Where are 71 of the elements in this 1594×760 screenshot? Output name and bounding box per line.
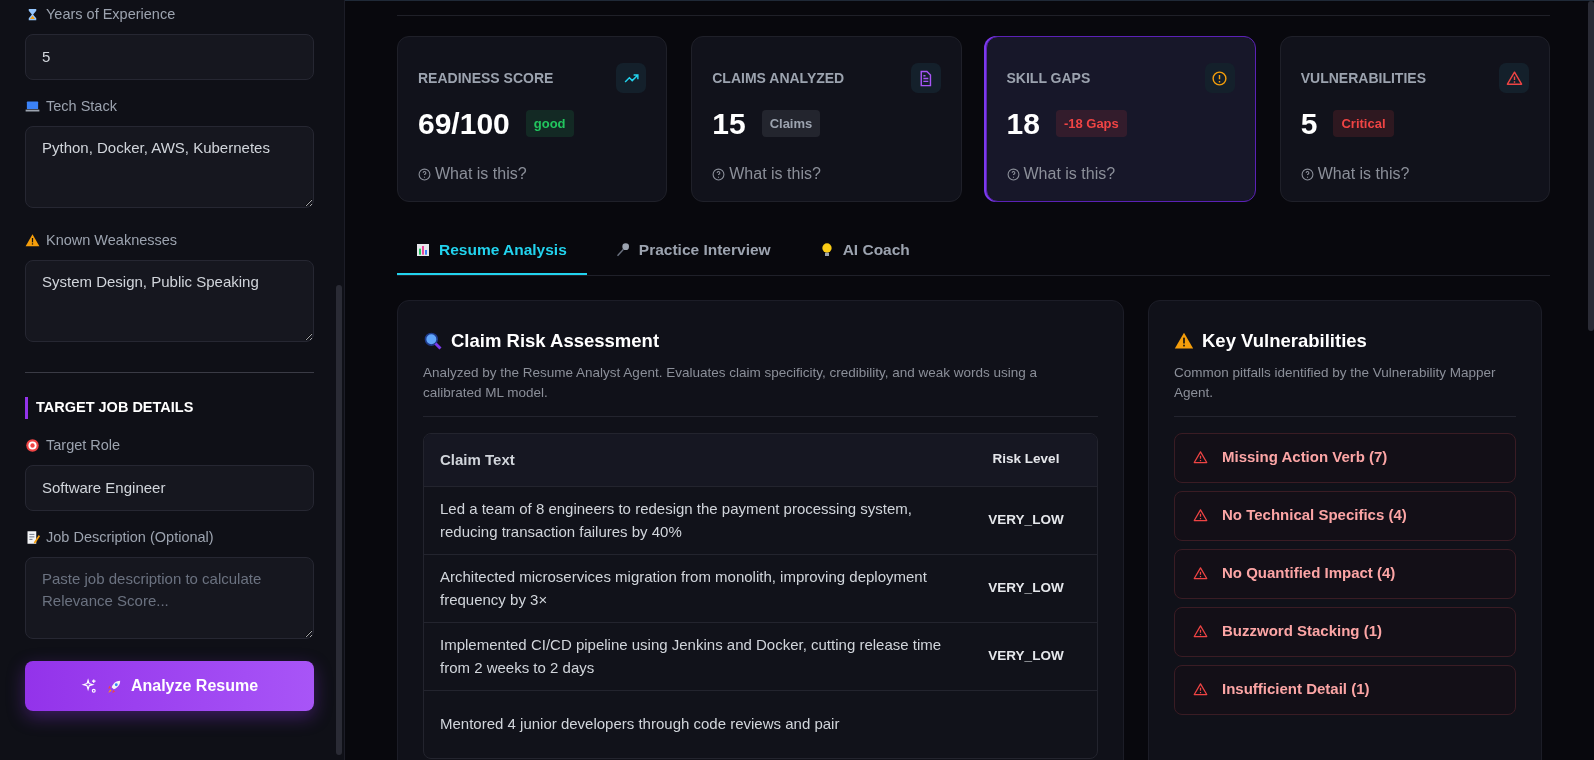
help-icon: [1300, 167, 1314, 181]
warning-icon: [1193, 508, 1208, 523]
panel-description: Analyzed by the Resume Analyst Agent. Evaluates claim specificity, credibility, and weak words using a calibrated ML model.: [423, 363, 1098, 417]
help-icon: [418, 167, 431, 181]
table-cell-text: Led a team of 8 engineers to redesign the payment processing system, reducing transaction failures by 40%: [440, 498, 913, 542]
warning-icon: [1193, 624, 1208, 639]
warning-icon: [1193, 566, 1208, 581]
status-badge: Claims: [761, 109, 821, 138]
stat-title: SKILL GAPS: [1006, 68, 1091, 88]
warning-icon: [1174, 331, 1194, 352]
panel-description: Common pitfalls identified by the Vulnerability Mapper Agent.: [1174, 363, 1516, 417]
target-icon: [25, 438, 40, 454]
warning-icon: [1193, 682, 1208, 697]
analyze-button[interactable]: Analyze Resume: [25, 661, 314, 711]
alert-circle-icon: [1211, 69, 1229, 87]
status-badge: -18 Gaps: [1055, 109, 1127, 138]
table-cell-text: Implemented CI/CD pipeline using Jenkins and Docker, cutting release time from 2 weeks to 2 days: [440, 634, 943, 678]
stat-title: VULNERABILITIES: [1300, 68, 1426, 88]
field-label: Target Role: [46, 436, 121, 455]
memo-icon: [25, 530, 40, 546]
table-cell-text: VERY_LOW: [987, 510, 1065, 529]
field-label: Tech Stack: [46, 96, 117, 116]
warning-icon: [1505, 69, 1523, 87]
status-badge: good: [525, 109, 574, 138]
stat-title: CLAIMS ANALYZED: [712, 68, 845, 88]
table-cell-text: Architected microservices migration from monolith, improving deployment frequency by 3×: [440, 566, 928, 610]
stat-value: 5: [1300, 106, 1318, 142]
table-cell-text: VERY_LOW: [987, 646, 1065, 665]
vulnerability-item: Buzzword Stacking (1): [1174, 606, 1516, 657]
help-link[interactable]: What is this?: [1317, 162, 1410, 186]
laptop-icon: [25, 99, 40, 115]
section-title: TARGET JOB DETAILS: [25, 397, 314, 419]
scrollbar-thumb[interactable]: [336, 285, 342, 755]
field-label: Known Weaknesses: [46, 231, 178, 250]
sparkles-icon: [80, 677, 98, 695]
panel-title: Claim Risk Assessment: [451, 329, 660, 354]
input-field[interactable]: 5: [25, 33, 314, 80]
microphone-icon: [614, 241, 631, 258]
help-link[interactable]: What is this?: [435, 162, 527, 186]
status-badge: Critical: [1333, 109, 1394, 138]
vulnerability-item: No Technical Specifics (4): [1174, 490, 1516, 541]
bar-chart-icon: [415, 241, 431, 258]
vulnerability-item: Insufficient Detail (1): [1174, 664, 1516, 715]
tab[interactable]: AI Coach: [800, 226, 930, 276]
panel-title: Key Vulnerabilities: [1202, 329, 1367, 354]
warning-icon: [25, 233, 40, 249]
scrollbar-thumb[interactable]: [1588, 1, 1594, 331]
table-cell-text: Mentored 4 junior developers through code reviews and pair: [440, 714, 841, 735]
help-icon: [1006, 167, 1020, 181]
input-field[interactable]: Software Engineer: [25, 464, 314, 511]
text-area[interactable]: System Design, Public Speaking: [25, 259, 314, 342]
stat-value: 69/100: [418, 106, 510, 142]
text-area[interactable]: Python, Docker, AWS, Kubernetes: [25, 125, 314, 208]
stat-value: 15: [712, 106, 746, 142]
column-header: Risk Level: [991, 450, 1061, 469]
vulnerability-item: Missing Action Verb (7): [1174, 432, 1516, 483]
stat-value: 18: [1006, 106, 1040, 142]
vulnerability-item: No Quantified Impact (4): [1174, 548, 1516, 599]
text-area[interactable]: Paste job description to calculate Relevance Score...: [25, 556, 314, 639]
stat-title: READINESS SCORE: [418, 68, 554, 88]
field-label: Years of Experience: [46, 5, 176, 24]
warning-icon: [1193, 450, 1208, 465]
field-label: Job Description (Optional): [46, 527, 214, 547]
tab[interactable]: Resume Analysis: [397, 226, 587, 276]
magnifier-icon: [423, 331, 443, 352]
tab[interactable]: Practice Interview: [596, 226, 791, 276]
help-icon: [712, 167, 726, 181]
help-link[interactable]: What is this?: [729, 162, 821, 186]
help-link[interactable]: What is this?: [1023, 162, 1116, 186]
column-header: Claim Text: [440, 449, 516, 470]
table-cell-text: VERY_LOW: [987, 578, 1065, 597]
